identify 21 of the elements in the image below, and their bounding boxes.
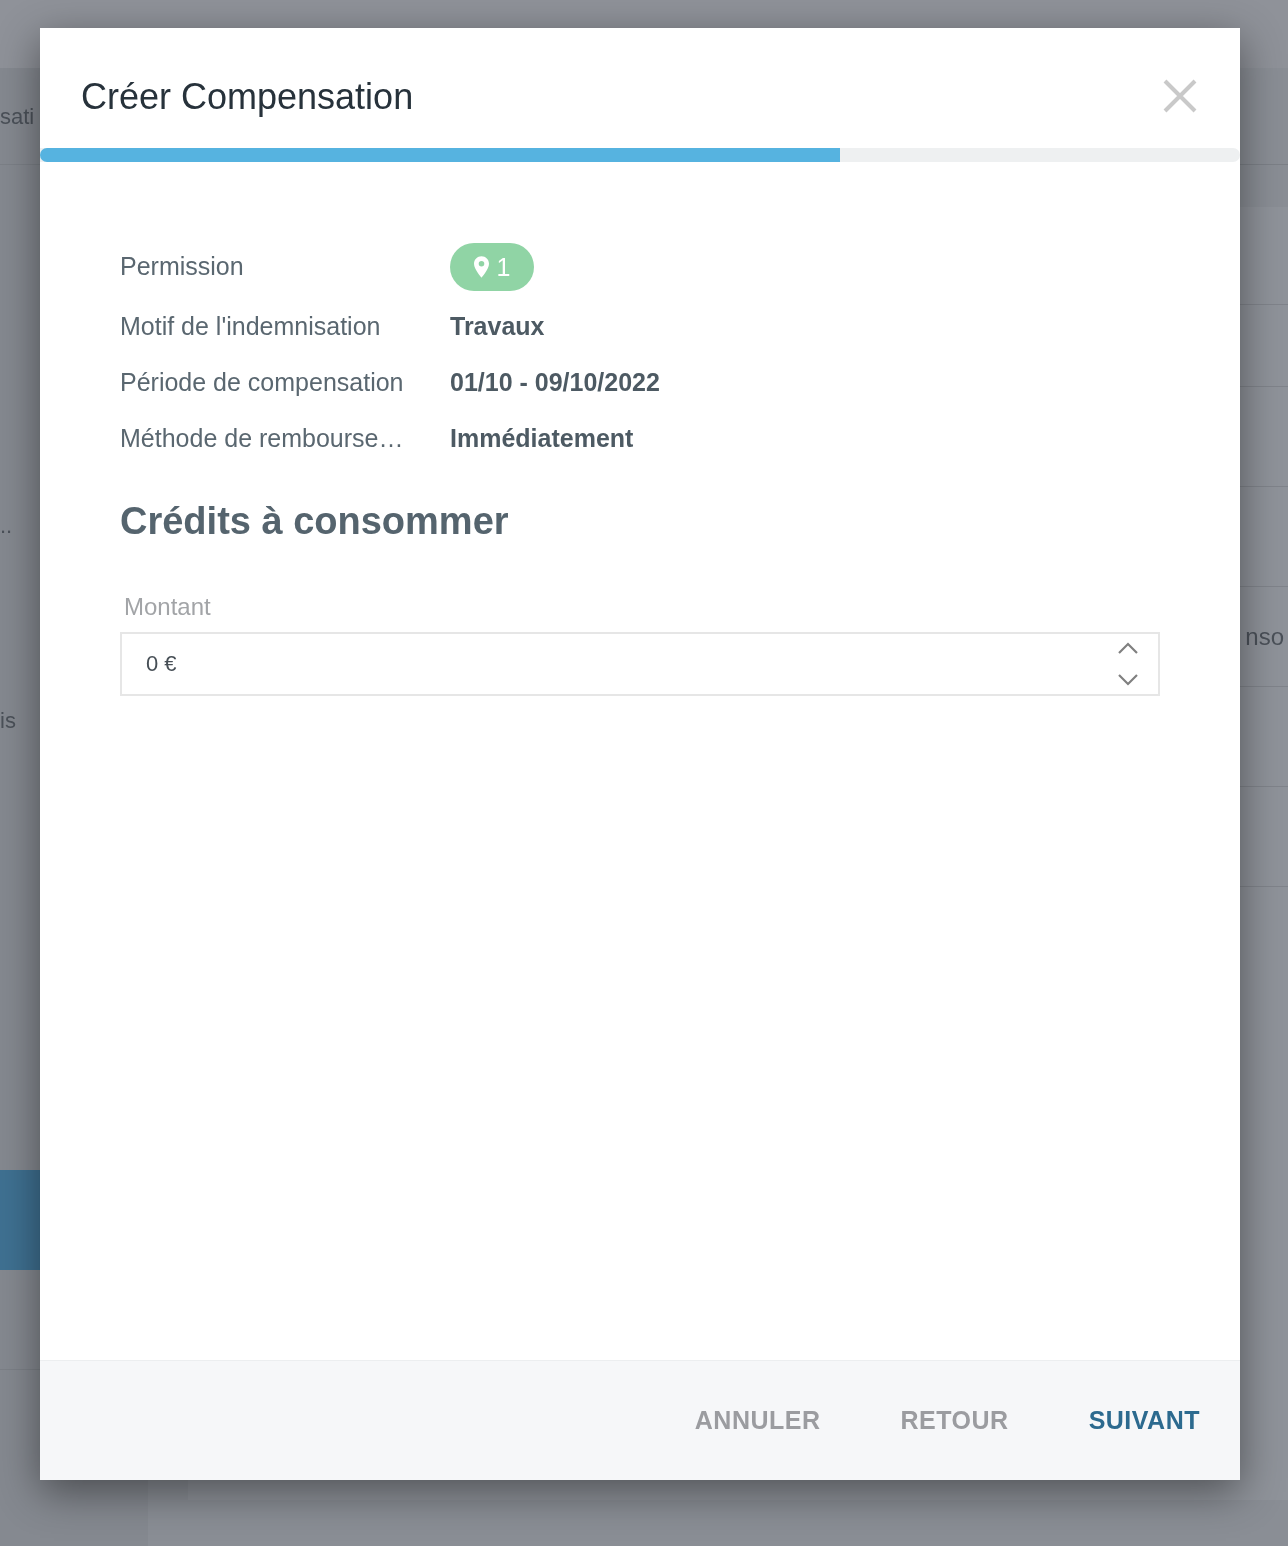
amount-field[interactable]: 0 € [120, 632, 1160, 696]
map-pin-icon [473, 256, 489, 278]
chevron-down-icon[interactable] [1118, 674, 1138, 686]
table-text: nso [1245, 621, 1284, 652]
detail-label: Permission [120, 251, 245, 283]
detail-value: 01/10 - 09/10/2022 [450, 367, 660, 399]
field-label: Montant [124, 592, 211, 622]
section-heading: Crédits à consommer [120, 498, 509, 544]
sidebar-text: .. [0, 511, 13, 540]
dialog-title: Créer Compensation [81, 75, 414, 119]
permission-count: 1 [496, 254, 511, 280]
sidebar-text: sati [0, 102, 35, 131]
detail-label: Méthode de rembourse… [120, 423, 405, 455]
detail-value: Immédiatement [450, 423, 634, 455]
detail-value: Travaux [450, 311, 545, 343]
footer-button[interactable]: SUIVANT [1072, 1391, 1216, 1450]
close-icon [1163, 79, 1197, 113]
detail-label: Motif de l'indemnisation [120, 311, 382, 343]
detail-label: Période de compensation [120, 367, 405, 399]
chevron-up-icon[interactable] [1118, 642, 1138, 654]
sidebar-text: is [0, 706, 16, 735]
